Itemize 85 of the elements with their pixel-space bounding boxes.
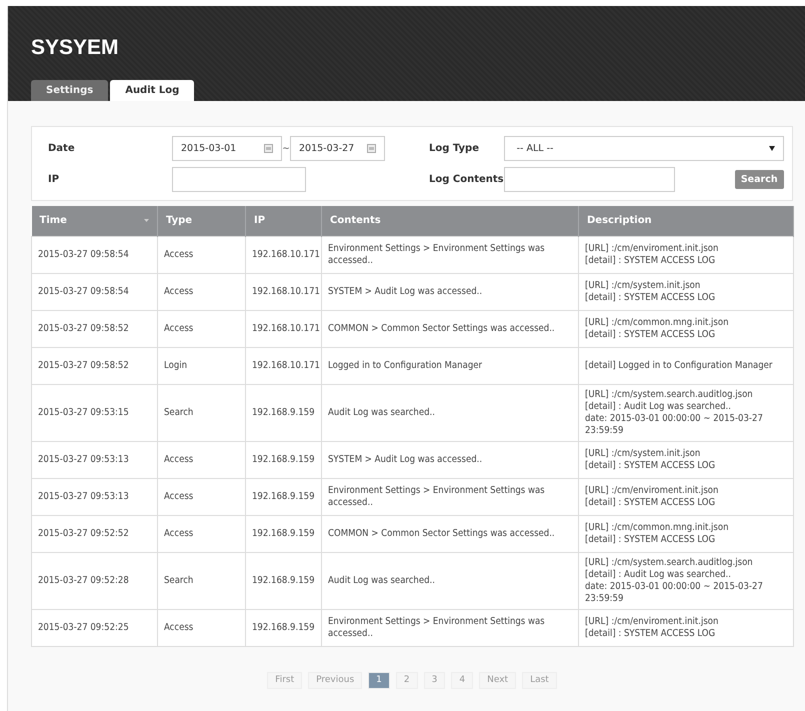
type-cell: Search [158,384,246,441]
column-header[interactable]: Time [32,206,158,236]
column-header: IP [246,206,322,236]
description-cell: [URL] :/cm/enviroment.init.json [detail] : SYSTEM ACCESS LOG [578,236,794,273]
ip-cell: 192.168.10.171 [246,236,322,273]
ip-cell: 192.168.9.159 [246,609,322,646]
contents-cell: SYSTEM > Audit Log was accessed.. [322,441,578,478]
contents-cell: Audit Log was searched.. [322,384,578,441]
date-label: Date [48,143,76,154]
contents-cell: Logged in to Configuration Manager [322,347,578,384]
ip-cell: 192.168.10.171 [246,273,322,310]
log-type-label: Log Type [428,143,480,154]
type-cell: Search [158,552,246,609]
search-button[interactable]: Search [734,170,784,189]
contents-cell: SYSTEM > Audit Log was accessed.. [322,273,578,310]
page-button[interactable]: 2 [396,672,418,688]
page-button[interactable]: 4 [451,672,474,688]
description-cell: [URL] :/cm/system.init.json [detail] : SYSTEM ACCESS LOG [578,441,794,478]
time-cell: 2015-03-27 09:58:52 [32,347,158,384]
calendar-icon[interactable] [264,144,273,153]
column-title: Time [40,215,67,226]
time-cell: 2015-03-27 09:52:25 [32,609,158,646]
ip-label: IP [48,174,60,185]
time-cell: 2015-03-27 09:53:15 [32,384,158,441]
column-header: Description [578,206,794,236]
page-button[interactable]: 1 [368,672,390,688]
time-cell: 2015-03-27 09:53:13 [32,478,158,515]
select-value: -- ALL -- [516,143,554,154]
time-cell: 2015-03-27 09:58:54 [32,236,158,273]
contents-cell: Environment Settings > Environment Settings was accessed.. [322,609,578,646]
sort-caret-icon [144,219,149,222]
app-title: SYSYEM [31,36,120,60]
description-cell: [detail] Logged in to Configuration Manager [578,347,794,384]
time-cell: 2015-03-27 09:52:52 [32,515,158,552]
description-cell: [URL] :/cm/common.mng.init.json [detail] : SYSTEM ACCESS LOG [578,515,794,552]
page-button[interactable]: First [267,672,302,688]
contents-cell: COMMON > Common Sector Settings was accessed.. [322,515,578,552]
date-to-field[interactable]: 2015-03-27 [290,136,385,161]
page-button[interactable]: Next [479,672,516,688]
time-cell: 2015-03-27 09:58:54 [32,273,158,310]
contents-cell: Audit Log was searched.. [322,552,578,609]
type-cell: Access [158,515,246,552]
type-cell: Access [158,310,246,347]
dropdown-caret-icon [768,146,775,151]
type-cell: Login [158,347,246,384]
type-cell: Access [158,609,246,646]
description-cell: [URL] :/cm/common.mng.init.json [detail] : SYSTEM ACCESS LOG [578,310,794,347]
time-cell: 2015-03-27 09:52:28 [32,552,158,609]
type-cell: Access [158,236,246,273]
tab[interactable]: Settings [31,80,108,101]
contents-cell: Environment Settings > Environment Settings was accessed.. [322,236,578,273]
tab[interactable]: Audit Log [110,80,194,101]
ip-cell: 192.168.9.159 [246,441,322,478]
contents-cell: Environment Settings > Environment Settings was accessed.. [322,478,578,515]
page-button[interactable]: 3 [424,672,446,688]
date-value: 2015-03-27 [299,143,354,154]
date-from-field[interactable]: 2015-03-01 [172,136,282,161]
calendar-icon[interactable] [367,144,376,153]
ip-cell: 192.168.9.159 [246,552,322,609]
page-button[interactable]: Last [522,672,557,688]
column-header: Type [158,206,246,236]
description-cell: [URL] :/cm/system.search.auditlog.json [detail] : Audit Log was searched.. date: 2015-03-01 00:00:00 ~ 2015-03-27 23:59:59 [578,384,794,441]
ip-input[interactable] [172,167,306,192]
type-cell: Access [158,441,246,478]
log-contents-label: Log Contents [428,174,504,185]
ip-cell: 192.168.9.159 [246,478,322,515]
description-cell: [URL] :/cm/enviroment.init.json [detail] : SYSTEM ACCESS LOG [578,478,794,515]
ip-cell: 192.168.9.159 [246,515,322,552]
description-cell: [URL] :/cm/enviroment.init.json [detail] : SYSTEM ACCESS LOG [578,609,794,646]
log-contents-input[interactable] [504,167,675,192]
date-separator: ~ [282,144,290,154]
ip-cell: 192.168.9.159 [246,384,322,441]
log-type-select[interactable]: -- ALL -- [504,136,784,161]
ip-cell: 192.168.10.171 [246,347,322,384]
date-value: 2015-03-01 [181,143,236,154]
contents-cell: COMMON > Common Sector Settings was accessed.. [322,310,578,347]
page-button[interactable]: Previous [308,672,362,688]
ip-cell: 192.168.10.171 [246,310,322,347]
type-cell: Access [158,478,246,515]
column-header: Contents [322,206,578,236]
time-cell: 2015-03-27 09:53:13 [32,441,158,478]
type-cell: Access [158,273,246,310]
description-cell: [URL] :/cm/system.search.auditlog.json [detail] : Audit Log was searched.. date: 2015-03-01 00:00:00 ~ 2015-03-27 23:59:59 [578,552,794,609]
time-cell: 2015-03-27 09:58:52 [32,310,158,347]
description-cell: [URL] :/cm/system.init.json [detail] : SYSTEM ACCESS LOG [578,273,794,310]
